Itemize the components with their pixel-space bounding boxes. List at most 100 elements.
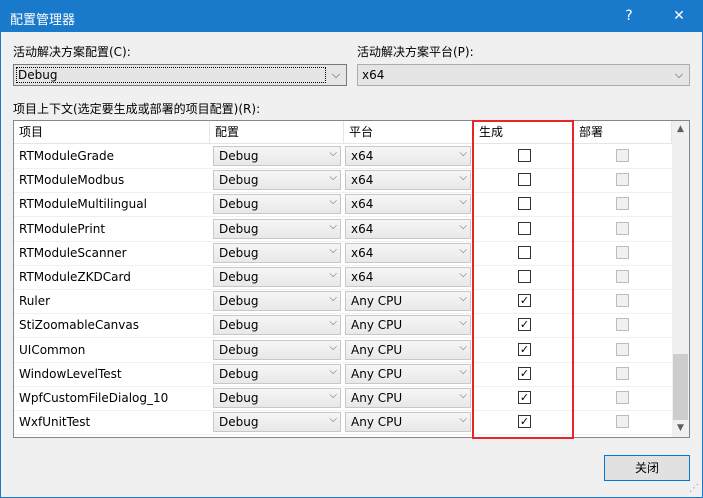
row-platform-select[interactable]: x64 ⌵ [345,170,471,191]
row-platform-select[interactable]: Any CPU ⌵ [345,315,471,336]
row-platform-select[interactable]: Any CPU ⌵ [345,388,471,408]
project-context-label: 项目上下文(选定要生成或部署的项目配置)(R): [13,102,261,116]
row-config-select[interactable]: Debug ⌵ [213,242,341,263]
row-platform-select[interactable]: x64 ⌵ [345,218,471,239]
title-bar: 配置管理器 ? ✕ [1,1,702,32]
deploy-checkbox [616,366,629,380]
row-config-select[interactable]: Debug ⌵ [213,267,341,287]
chevron-down-icon: ⌵ [459,414,467,426]
deploy-checkbox [616,415,629,429]
scroll-down-arrow-icon[interactable]: ▼ [672,420,689,437]
row-config-select[interactable]: Debug ⌵ [213,170,341,191]
row-config-value: Debug [219,294,259,309]
row-config-select[interactable]: Debug ⌵ [213,339,341,360]
focus-rect [16,67,326,83]
row-config-value: Debug [219,318,259,333]
row-platform-select[interactable]: Any CPU ⌵ [345,291,471,312]
chevron-down-icon: ⌵ [329,220,337,232]
row-platform-value: x64 [351,270,374,284]
row-config-select[interactable]: Debug ⌵ [213,363,341,384]
column-header-deploy[interactable]: 部署 [574,121,672,143]
deploy-checkbox [616,342,629,356]
row-config-value: Debug [219,415,259,430]
row-config-value: Debug [219,342,259,357]
chevron-down-icon: ⌵ [329,293,337,305]
chevron-down-icon: ⌵ [331,68,341,81]
chevron-down-icon: ⌵ [459,244,467,256]
project-name: StiZoomableCanvas [19,318,139,333]
row-platform-select[interactable]: x64 ⌵ [345,267,471,287]
row-config-select[interactable]: Debug ⌵ [213,194,341,215]
chevron-down-icon: ⌵ [459,148,467,159]
project-context-grid[interactable]: 项目 配置 平台 生成 部署 RTModuleGrade Debug ⌵ x64 ⌵ RT… [13,120,690,438]
active-platform-label: 活动解决方案平台(P): [357,45,474,59]
deploy-checkbox [616,173,629,187]
column-header-platform[interactable]: 平台 [344,121,474,143]
row-config-select[interactable]: Debug ⌵ [213,218,341,239]
chevron-down-icon: ⌵ [329,341,337,353]
project-name: Ruler [19,294,51,309]
deploy-checkbox [616,318,629,332]
row-platform-value: Any CPU [351,294,403,309]
scroll-up-arrow-icon[interactable]: ▲ [672,121,689,138]
deploy-checkbox [616,294,629,308]
deploy-checkbox [616,197,629,211]
row-config-value: Debug [219,149,259,163]
project-name: UICommon [19,342,86,357]
row-platform-value: x64 [351,221,374,236]
close-button[interactable]: 关闭 [604,455,690,481]
window-title: 配置管理器 [10,13,76,28]
active-config-select[interactable]: Debug ⌵ [13,64,347,86]
row-config-value: Debug [219,391,259,405]
deploy-checkbox [616,149,629,162]
row-platform-select[interactable]: x64 ⌵ [345,194,471,215]
deploy-checkbox [616,221,629,235]
row-platform-select[interactable]: Any CPU ⌵ [345,339,471,360]
project-name: RTModuleMultilingual [19,197,147,212]
chevron-down-icon: ⌵ [459,390,467,401]
column-header-config[interactable]: 配置 [210,121,344,143]
deploy-checkbox [616,391,629,404]
active-config-label: 活动解决方案配置(C): [13,45,131,59]
project-name: RTModuleZKDCard [19,270,131,284]
chevron-down-icon: ⌵ [329,244,337,256]
row-platform-value: Any CPU [351,342,403,357]
row-config-select[interactable]: Debug ⌵ [213,291,341,312]
active-platform-select[interactable]: x64 ⌵ [357,64,690,86]
close-window-button[interactable]: ✕ [667,5,691,27]
project-name: RTModulePrint [19,221,106,236]
config-manager-dialog: 配置管理器 ? ✕ 活动解决方案配置(C): Debug ⌵ 活动解决方案平台(… [0,0,703,498]
chevron-down-icon: ⌵ [329,148,337,159]
row-config-value: Debug [219,221,259,236]
row-config-select[interactable]: Debug ⌵ [213,412,341,433]
row-config-select[interactable]: Debug ⌵ [213,315,341,336]
row-platform-select[interactable]: x64 ⌵ [345,242,471,263]
chevron-down-icon: ⌵ [459,293,467,305]
row-platform-select[interactable]: Any CPU ⌵ [345,363,471,384]
help-button[interactable]: ? [617,5,641,27]
row-config-value: Debug [219,245,259,260]
chevron-down-icon: ⌵ [459,365,467,377]
chevron-down-icon: ⌵ [459,196,467,208]
scroll-thumb[interactable] [673,354,688,420]
row-platform-value: x64 [351,245,374,260]
row-platform-select[interactable]: x64 ⌵ [345,146,471,166]
column-header-project[interactable]: 项目 [14,121,210,143]
row-platform-value: x64 [351,149,374,163]
row-config-select[interactable]: Debug ⌵ [213,388,341,408]
row-platform-value: x64 [351,197,374,212]
row-platform-select[interactable]: Any CPU ⌵ [345,412,471,433]
project-name: RTModuleModbus [19,173,125,188]
row-platform-value: Any CPU [351,366,403,381]
project-name: WpfCustomFileDialog_10 [19,391,169,405]
chevron-down-icon: ⌵ [329,317,337,329]
chevron-down-icon: ⌵ [459,172,467,184]
row-config-select[interactable]: Debug ⌵ [213,146,341,166]
project-name: RTModuleGrade [19,149,115,163]
project-name: RTModuleScanner [19,245,127,260]
vertical-scrollbar[interactable]: ▲ ▼ [672,121,689,437]
resize-grip-icon[interactable]: ⋰ [689,483,699,494]
row-platform-value: Any CPU [351,415,403,430]
row-config-value: Debug [219,173,259,188]
chevron-down-icon: ⌵ [459,269,467,280]
